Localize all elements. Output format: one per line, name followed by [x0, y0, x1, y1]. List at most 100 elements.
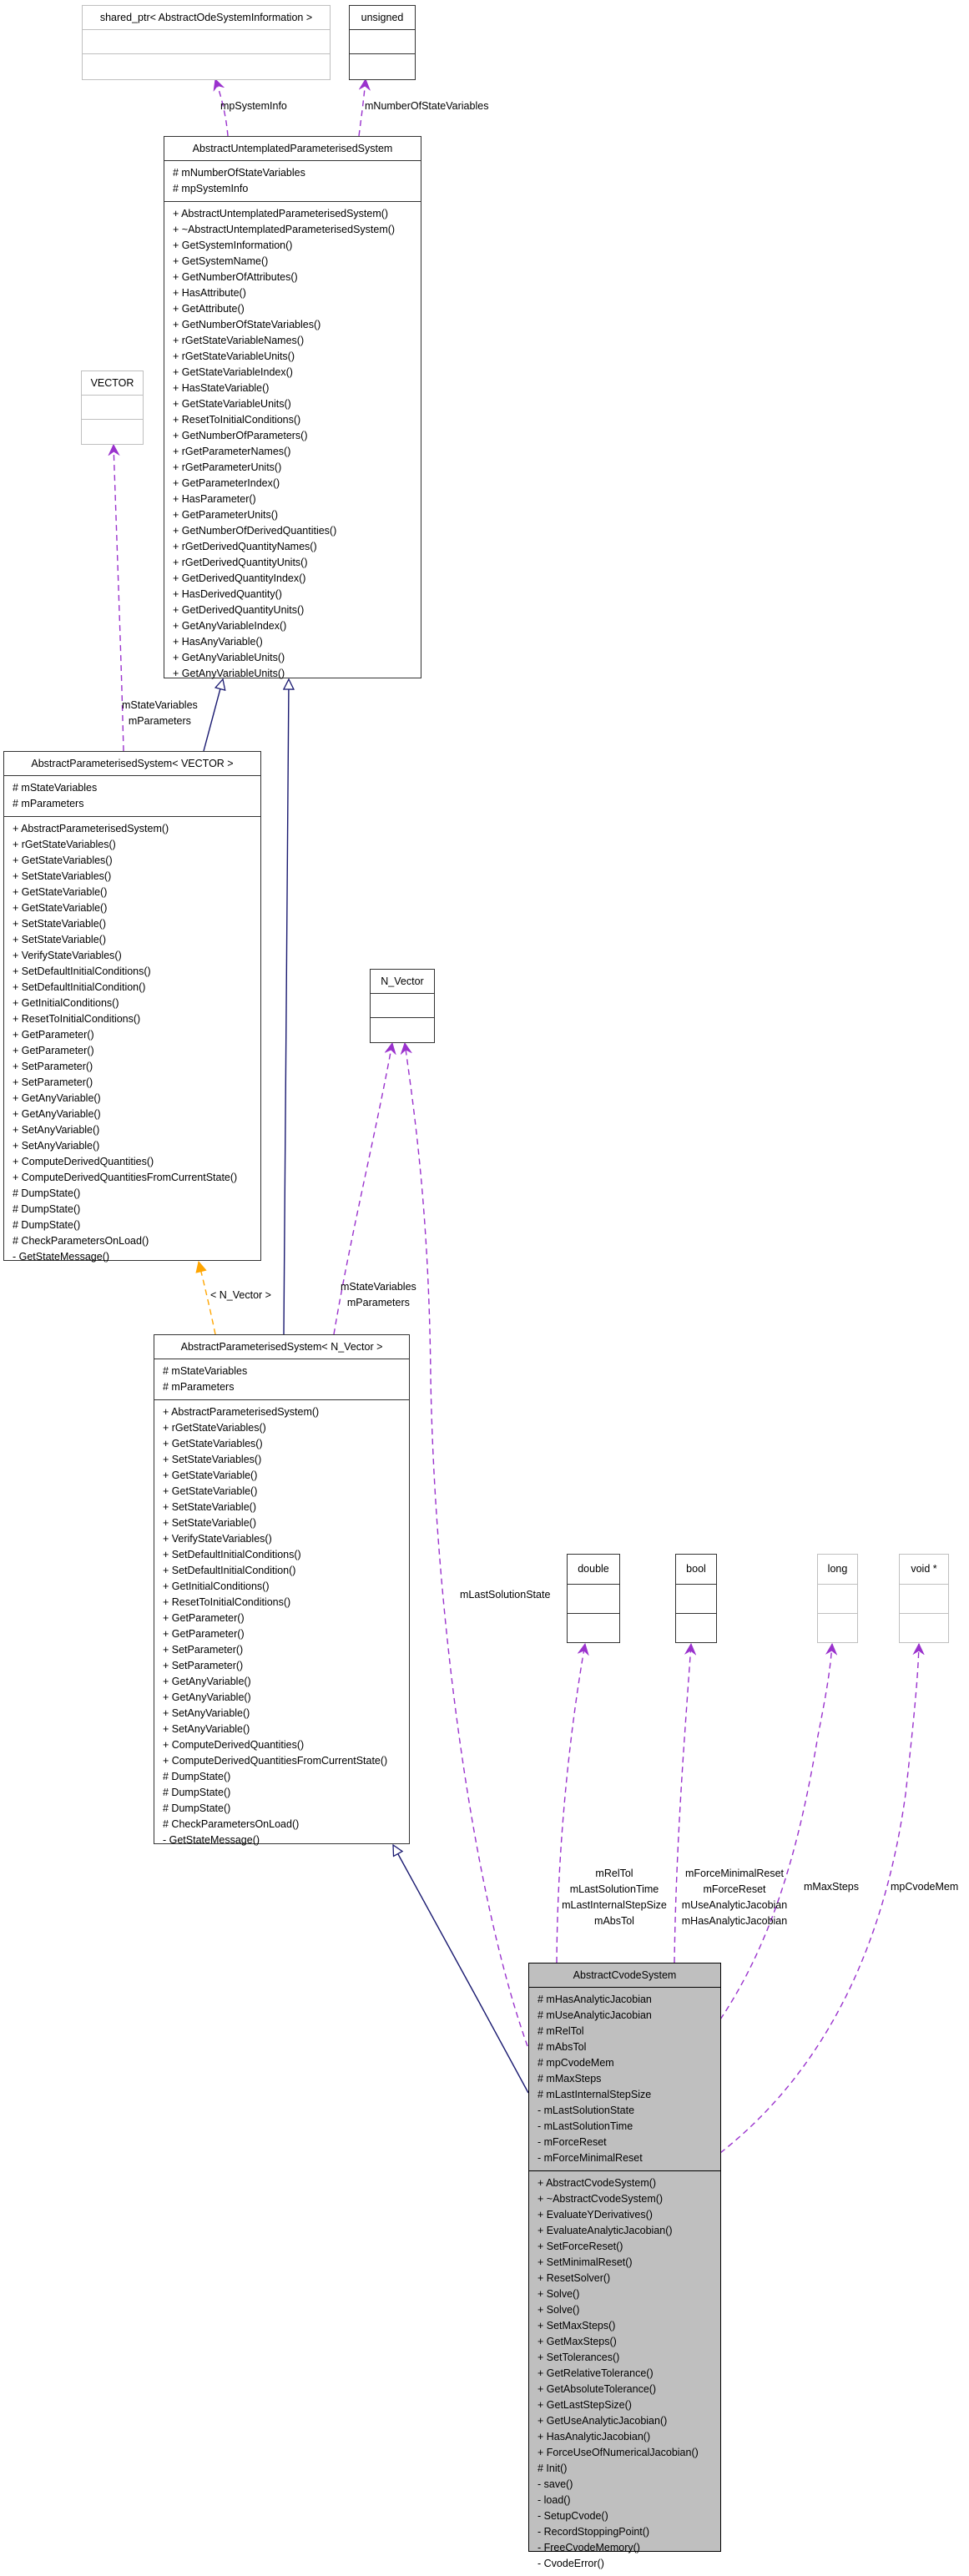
- class-method: # DumpState(): [13, 1187, 81, 1199]
- class-method: + GetNumberOfDerivedQuantities(): [173, 525, 337, 537]
- class-attribute: # mParameters: [163, 1381, 235, 1393]
- class-method: + SetStateVariables(): [163, 1454, 262, 1465]
- class-method: + GetAnyVariableUnits(): [173, 652, 285, 663]
- class-method: + GetParameter(): [163, 1612, 245, 1624]
- class-attributes: [371, 993, 434, 1017]
- class-method: + HasAnalyticJacobian(): [537, 2431, 651, 2442]
- class-method: + HasParameter(): [173, 493, 256, 505]
- edge-long-members: [719, 1644, 832, 2020]
- class-attribute: - mLastSolutionTime: [537, 2120, 633, 2132]
- class-abstract-untemplated-parameterised-system[interactable]: AbstractUntemplatedParameterisedSystem #…: [164, 136, 421, 679]
- class-title: bool: [686, 1563, 706, 1575]
- class-attributes: # mHasAnalyticJacobian # mUseAnalyticJaco…: [529, 1987, 720, 2170]
- class-method: + VerifyStateVariables(): [163, 1533, 272, 1545]
- class-method: + GetSystemName(): [173, 255, 269, 267]
- class-vector[interactable]: VECTOR: [81, 371, 144, 445]
- class-method: + EvaluateAnalyticJacobian(): [537, 2225, 673, 2236]
- class-methods: [350, 53, 415, 78]
- class-method: + GetParameterUnits(): [173, 509, 279, 521]
- class-methods: + AbstractParameterisedSystem() + rGetSta…: [4, 816, 260, 1269]
- class-attributes: # mNumberOfStateVariables # mpSystemInfo: [164, 160, 421, 201]
- class-method: + AbstractCvodeSystem(): [537, 2177, 657, 2189]
- class-methods: + AbstractParameterisedSystem() + rGetSta…: [154, 1399, 409, 1853]
- class-long[interactable]: long: [817, 1554, 858, 1643]
- class-method: + GetStateVariable(): [13, 886, 108, 898]
- class-bool[interactable]: bool: [675, 1554, 717, 1643]
- edge-label-text: mParameters: [346, 1297, 410, 1308]
- class-abstract-parameterised-system-vector[interactable]: AbstractParameterisedSystem< VECTOR > # …: [3, 751, 261, 1263]
- class-method: # DumpState(): [163, 1802, 231, 1814]
- class-method: + rGetStateVariableUnits(): [173, 350, 295, 362]
- class-method: + GetStateVariables(): [163, 1438, 263, 1449]
- class-method: + GetNumberOfStateVariables(): [173, 319, 321, 330]
- class-attributes: [83, 29, 330, 53]
- class-method: + AbstractParameterisedSystem(): [13, 823, 169, 834]
- diagram-edges: [0, 0, 969, 2154]
- class-method: # DumpState(): [13, 1203, 81, 1215]
- class-method: + SetStateVariables(): [13, 870, 112, 882]
- class-method: + ComputeDerivedQuantitiesFromCurrentSta…: [13, 1172, 238, 1183]
- class-method: + ResetToInitialConditions(): [13, 1013, 141, 1025]
- class-method: + ComputeDerivedQuantities(): [13, 1156, 154, 1167]
- class-method: + AbstractUntemplatedParameterisedSystem…: [173, 208, 389, 219]
- edge-label-text: mParameters: [128, 715, 191, 727]
- class-method: - GetStateMessage(): [163, 1834, 260, 1846]
- edge-label-voidptr-members: mpCvodeMem: [891, 1879, 958, 1895]
- class-shared-ptr[interactable]: shared_ptr< AbstractOdeSystemInformation…: [82, 5, 331, 80]
- class-unsigned[interactable]: unsigned: [349, 5, 416, 80]
- class-method: + SetAnyVariable(): [163, 1723, 250, 1735]
- class-method: + SetStateVariable(): [13, 934, 106, 945]
- class-attribute: # mHasAnalyticJacobian: [537, 1994, 652, 2005]
- class-methods: [82, 419, 143, 443]
- class-method: + rGetParameterUnits(): [173, 461, 282, 473]
- class-attributes: [676, 1584, 716, 1613]
- edge-inherit-nvector: [284, 679, 289, 1335]
- class-method: + SetForceReset(): [537, 2241, 623, 2252]
- class-method: + SetMinimalReset(): [537, 2256, 633, 2268]
- class-method: + ~AbstractCvodeSystem(): [537, 2193, 664, 2205]
- class-methods: [568, 1613, 619, 1642]
- class-title: double: [578, 1563, 609, 1575]
- class-methods: [371, 1017, 434, 1041]
- class-attribute: # mRelTol: [537, 2025, 584, 2037]
- class-method: + GetInitialConditions(): [163, 1580, 270, 1592]
- class-method: + rGetDerivedQuantityNames(): [173, 541, 317, 552]
- class-method: + HasAttribute(): [173, 287, 246, 299]
- class-method: + SetParameter(): [13, 1076, 93, 1088]
- class-abstract-parameterised-system-n-vector[interactable]: AbstractParameterisedSystem< N_Vector > …: [154, 1334, 410, 1846]
- class-method: + HasStateVariable(): [173, 382, 270, 394]
- class-attribute: - mLastSolutionState: [537, 2105, 635, 2116]
- class-method: + GetParameter(): [163, 1628, 245, 1640]
- class-method: + GetStateVariableIndex(): [173, 366, 293, 378]
- class-n-vector[interactable]: N_Vector: [370, 969, 435, 1043]
- class-method: + ForceUseOfNumericalJacobian(): [537, 2447, 699, 2458]
- class-method: - SetupCvode(): [537, 2510, 608, 2522]
- edge-label-last-solution-state: mLastSolutionState: [460, 1587, 550, 1603]
- edge-label-text: mNumberOfStateVariables: [365, 100, 489, 112]
- class-method: + SetStateVariable(): [163, 1517, 256, 1529]
- class-method: + ~AbstractUntemplatedParameterisedSyste…: [173, 224, 396, 235]
- class-method: + GetAnyVariable(): [13, 1108, 101, 1120]
- class-abstract-cvode-system[interactable]: AbstractCvodeSystem # mHasAnalyticJacobi…: [528, 1963, 721, 2569]
- class-attribute: # mAbsTol: [537, 2041, 587, 2053]
- class-method: + ResetSolver(): [537, 2272, 611, 2284]
- class-title: unsigned: [361, 12, 404, 23]
- class-void-pointer[interactable]: void *: [899, 1554, 949, 1643]
- class-method: + GetAbsoluteTolerance(): [537, 2383, 657, 2395]
- class-method: + GetStateVariable(): [163, 1485, 258, 1497]
- class-attribute: # mMaxSteps: [537, 2073, 602, 2084]
- class-double[interactable]: double: [567, 1554, 620, 1643]
- class-title: long: [827, 1563, 848, 1575]
- class-method: - FreeCvodeMemory(): [537, 2542, 640, 2553]
- class-method: + GetAnyVariable(): [163, 1676, 251, 1687]
- edge-nvector-lastsolutionstate: [405, 1043, 528, 2047]
- class-method: + GetLastStepSize(): [537, 2399, 632, 2411]
- class-method: + SetTolerances(): [537, 2352, 620, 2363]
- class-attributes: [350, 29, 415, 53]
- class-method: + HasDerivedQuantity(): [173, 588, 282, 600]
- edge-label-nvector-members: mStateVariables mParameters: [341, 1279, 416, 1311]
- class-methods: [818, 1613, 857, 1642]
- class-method: + Solve(): [537, 2304, 580, 2316]
- class-method: + SetDefaultInitialConditions(): [13, 965, 151, 977]
- class-method: - load(): [537, 2494, 571, 2506]
